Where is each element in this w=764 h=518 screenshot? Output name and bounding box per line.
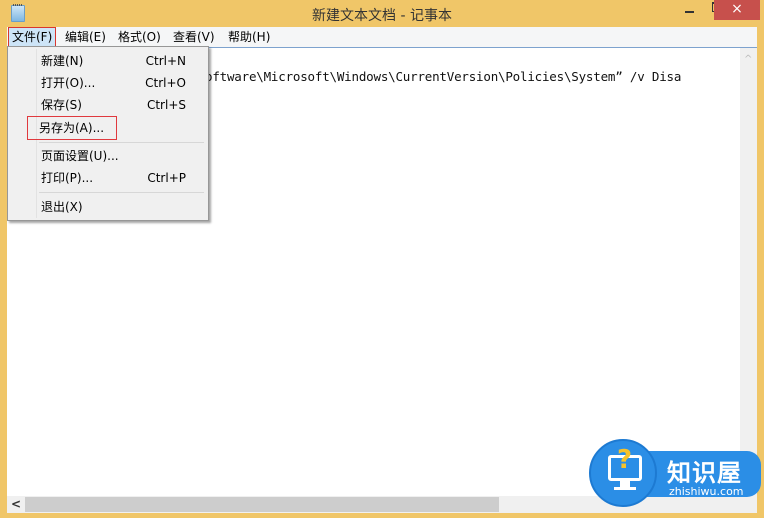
- minimize-button[interactable]: [676, 0, 702, 20]
- menu-item-exit[interactable]: 退出(X): [10, 196, 206, 218]
- menu-item-label: 另存为(A)...: [39, 121, 105, 135]
- menu-separator: [39, 192, 204, 193]
- menu-item-shortcut: Ctrl+P: [147, 171, 186, 185]
- watermark-url: zhishiwu.com: [669, 485, 744, 498]
- menu-help[interactable]: 帮助(H): [224, 28, 274, 46]
- menu-item-page-setup[interactable]: 页面设置(U)...: [10, 145, 206, 167]
- menu-item-label: 退出(X): [41, 200, 83, 214]
- menu-item-label: 打印(P)...: [41, 171, 94, 185]
- menu-item-open[interactable]: 打开(O)... Ctrl+O: [10, 72, 206, 94]
- menu-item-label: 新建(N): [41, 54, 84, 68]
- file-menu-dropdown: 新建(N) Ctrl+N 打开(O)... Ctrl+O 保存(S) Ctrl+…: [7, 46, 209, 221]
- close-button[interactable]: ×: [714, 0, 760, 20]
- horizontal-scroll-thumb[interactable]: [25, 497, 499, 512]
- watermark-circle: ?: [589, 439, 657, 507]
- vertical-scrollbar[interactable]: ^: [740, 48, 757, 496]
- monitor-base-icon: [614, 487, 636, 490]
- menu-item-label: 保存(S): [41, 98, 82, 112]
- menu-view[interactable]: 查看(V): [169, 28, 219, 46]
- editor-text[interactable]: oftware\Microsoft\Windows\CurrentVersion…: [205, 69, 681, 84]
- window-title: 新建文本文档 - 记事本: [312, 8, 452, 24]
- menu-item-print[interactable]: 打印(P)... Ctrl+P: [10, 167, 206, 189]
- menu-item-shortcut: Ctrl+O: [145, 76, 186, 90]
- menu-format[interactable]: 格式(O): [114, 28, 165, 46]
- menu-item-label: 打开(O)...: [41, 76, 96, 90]
- menu-item-shortcut: Ctrl+S: [146, 98, 186, 112]
- menu-edit[interactable]: 编辑(E): [61, 28, 110, 46]
- menu-bar: 文件(F) 编辑(E) 格式(O) 查看(V) 帮助(H): [7, 27, 757, 47]
- menu-file[interactable]: 文件(F): [8, 27, 57, 47]
- menu-separator: [39, 142, 204, 143]
- title-bar: 新建文本文档 - 记事本 ×: [0, 0, 764, 26]
- question-mark-icon: ?: [617, 445, 633, 475]
- menu-item-save[interactable]: 保存(S) Ctrl+S: [10, 94, 206, 116]
- watermark-name: 知识屋: [667, 459, 742, 487]
- scroll-left-icon[interactable]: <: [11, 497, 21, 511]
- menu-item-new[interactable]: 新建(N) Ctrl+N: [10, 50, 206, 72]
- scroll-up-icon[interactable]: ^: [744, 54, 752, 65]
- minimize-icon: [684, 10, 694, 13]
- menu-item-shortcut: Ctrl+N: [145, 54, 186, 68]
- watermark-badge: ? 知识屋 zhishiwu.com: [589, 439, 761, 507]
- menu-item-save-as[interactable]: 另存为(A)...: [27, 116, 117, 140]
- menu-item-label: 页面设置(U)...: [41, 149, 119, 163]
